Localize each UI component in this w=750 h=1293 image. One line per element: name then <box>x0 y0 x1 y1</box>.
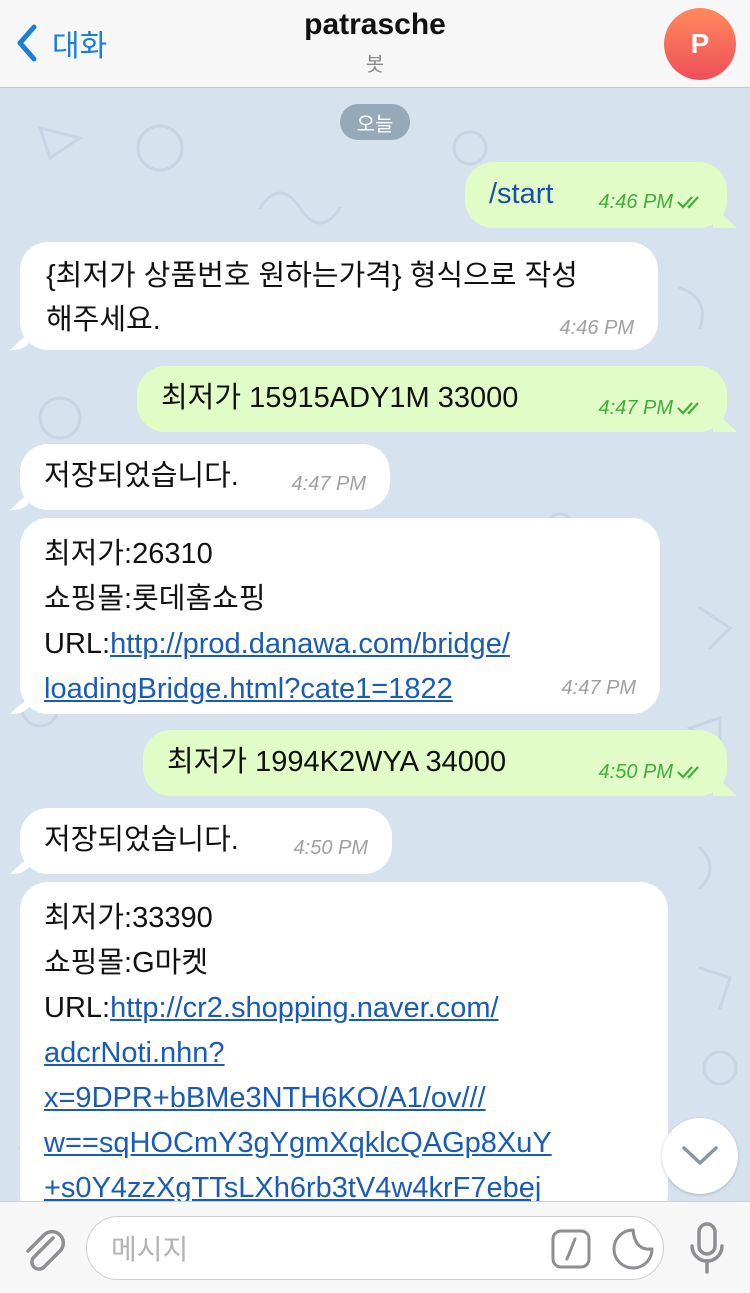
time-text: 4:50 PM <box>598 761 673 783</box>
bot-command-icon[interactable] <box>551 1229 591 1269</box>
incoming-message[interactable]: 최저가:26310 쇼핑몰:롯데홈쇼핑 URL:http://prod.dana… <box>20 518 660 714</box>
url-link[interactable]: adcrNoti.nhn? <box>44 1037 225 1069</box>
url-line: w==sqHOCmY3gYgmXqklcQAGp8XuY <box>44 1121 668 1166</box>
url-line: x=9DPR+bBMe3NTH6KO/A1/ov/// <box>44 1076 668 1121</box>
microphone-icon[interactable] <box>688 1222 726 1276</box>
url-prefix: URL: <box>44 992 111 1024</box>
message-field[interactable] <box>86 1216 664 1280</box>
scroll-down-button[interactable] <box>662 1118 738 1194</box>
double-check-icon <box>677 766 699 779</box>
url-link[interactable]: http://cr2.shopping.naver.com/ <box>110 992 499 1024</box>
message-time: 4:46 PM <box>559 317 634 339</box>
incoming-message[interactable]: 저장되었습니다. 4:50 PM <box>20 808 392 874</box>
url-link[interactable]: w==sqHOCmY3gYgmXqklcQAGp8XuY <box>44 1127 552 1159</box>
outgoing-message[interactable]: 최저가 15915ADY1M 33000 4:47 PM <box>137 366 727 432</box>
mall-text: 쇼핑몰:G마켓 <box>44 947 209 979</box>
url-link[interactable]: +s0Y4zzXgTTsLXh6rb3tV4w4krF7ebej <box>44 1172 541 1201</box>
chat-title[interactable]: patrasche <box>0 8 750 42</box>
price-text: 최저가:26310 <box>44 538 213 570</box>
chat-header: 대화 patrasche 봇 P <box>0 0 750 88</box>
avatar-letter: P <box>690 28 710 59</box>
incoming-message[interactable]: 최저가:33390 쇼핑몰:G마켓 URL:http://cr2.shoppin… <box>20 882 668 1201</box>
url-line: URL:http://cr2.shopping.naver.com/ <box>44 986 668 1031</box>
incoming-message[interactable]: {최저가 상품번호 원하는가격} 형식으로 작성 해주세요. 4:46 PM <box>20 242 658 350</box>
url-line: +s0Y4zzXgTTsLXh6rb3tV4w4krF7ebej <box>44 1166 668 1201</box>
price-text: 최저가:33390 <box>44 902 213 934</box>
url-link[interactable]: x=9DPR+bBMe3NTH6KO/A1/ov/// <box>44 1082 486 1114</box>
message-text: {최저가 상품번호 원하는가격} 형식으로 작성 <box>46 260 578 292</box>
message-list[interactable]: 오늘 /start 4:46 PM {최저가 상품번호 원하는가격} 형식으로 … <box>0 88 750 1201</box>
message-time: 4:47 PM <box>561 677 636 699</box>
message-time: 4:50 PM <box>599 762 707 782</box>
message-time: 4:50 PM <box>293 837 368 859</box>
double-check-icon <box>677 402 699 415</box>
paperclip-icon[interactable] <box>20 1224 66 1274</box>
sticker-icon[interactable] <box>611 1227 655 1271</box>
url-link[interactable]: http://prod.danawa.com/bridge/ <box>110 628 510 660</box>
mall-text: 쇼핑몰:롯데홈쇼핑 <box>44 583 266 615</box>
avatar[interactable]: P <box>664 8 736 80</box>
message-input[interactable] <box>109 1227 543 1271</box>
url-link[interactable]: loadingBridge.html?cate1=1822 <box>44 673 453 705</box>
message-input-bar <box>0 1201 750 1293</box>
message-time: 4:47 PM <box>599 398 707 418</box>
url-line: URL:http://prod.danawa.com/bridge/ <box>44 622 660 667</box>
chat-subtitle: 봇 <box>365 52 385 76</box>
double-check-icon <box>677 196 699 209</box>
outgoing-message[interactable]: /start 4:46 PM <box>465 162 727 228</box>
date-chip: 오늘 <box>340 104 410 140</box>
message-time: 4:47 PM <box>291 473 366 495</box>
url-line: adcrNoti.nhn? <box>44 1031 668 1076</box>
time-text: 4:46 PM <box>598 191 673 213</box>
date-chip-label: 오늘 <box>356 111 394 136</box>
chevron-down-icon <box>682 1146 718 1165</box>
message-time: 4:46 PM <box>599 192 707 212</box>
outgoing-message[interactable]: 최저가 1994K2WYA 34000 4:50 PM <box>143 730 727 796</box>
time-text: 4:47 PM <box>598 397 673 419</box>
url-prefix: URL: <box>44 628 111 660</box>
incoming-message[interactable]: 저장되었습니다. 4:47 PM <box>20 444 390 510</box>
